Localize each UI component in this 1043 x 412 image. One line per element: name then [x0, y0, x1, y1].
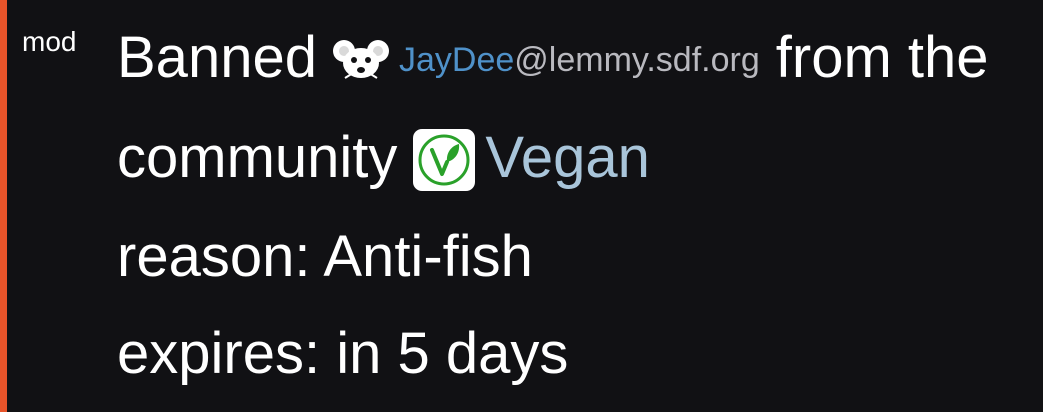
community-line: community Vegan — [117, 126, 650, 191]
community-link[interactable]: Vegan — [485, 125, 650, 190]
community-label: community — [117, 125, 398, 190]
user-link[interactable]: JayDee — [399, 41, 514, 79]
modlog-entry: Banned JayDee@lemmy.sdf.org from the comm… — [117, 0, 1043, 412]
mouse-avatar-icon[interactable] — [331, 32, 391, 80]
action-text: Banned — [117, 25, 317, 90]
ban-action-line: Banned JayDee@lemmy.sdf.org from the — [117, 26, 989, 92]
expires-text: expires: in 5 days — [117, 321, 569, 386]
reason-text: reason: Anti-fish — [117, 224, 533, 289]
mod-accent-bar — [0, 0, 7, 412]
user-instance: @lemmy.sdf.org — [514, 41, 760, 79]
mod-tag: mod — [22, 26, 77, 57]
from-text: from the — [775, 25, 989, 90]
vegan-v-leaf-icon[interactable] — [413, 129, 476, 191]
